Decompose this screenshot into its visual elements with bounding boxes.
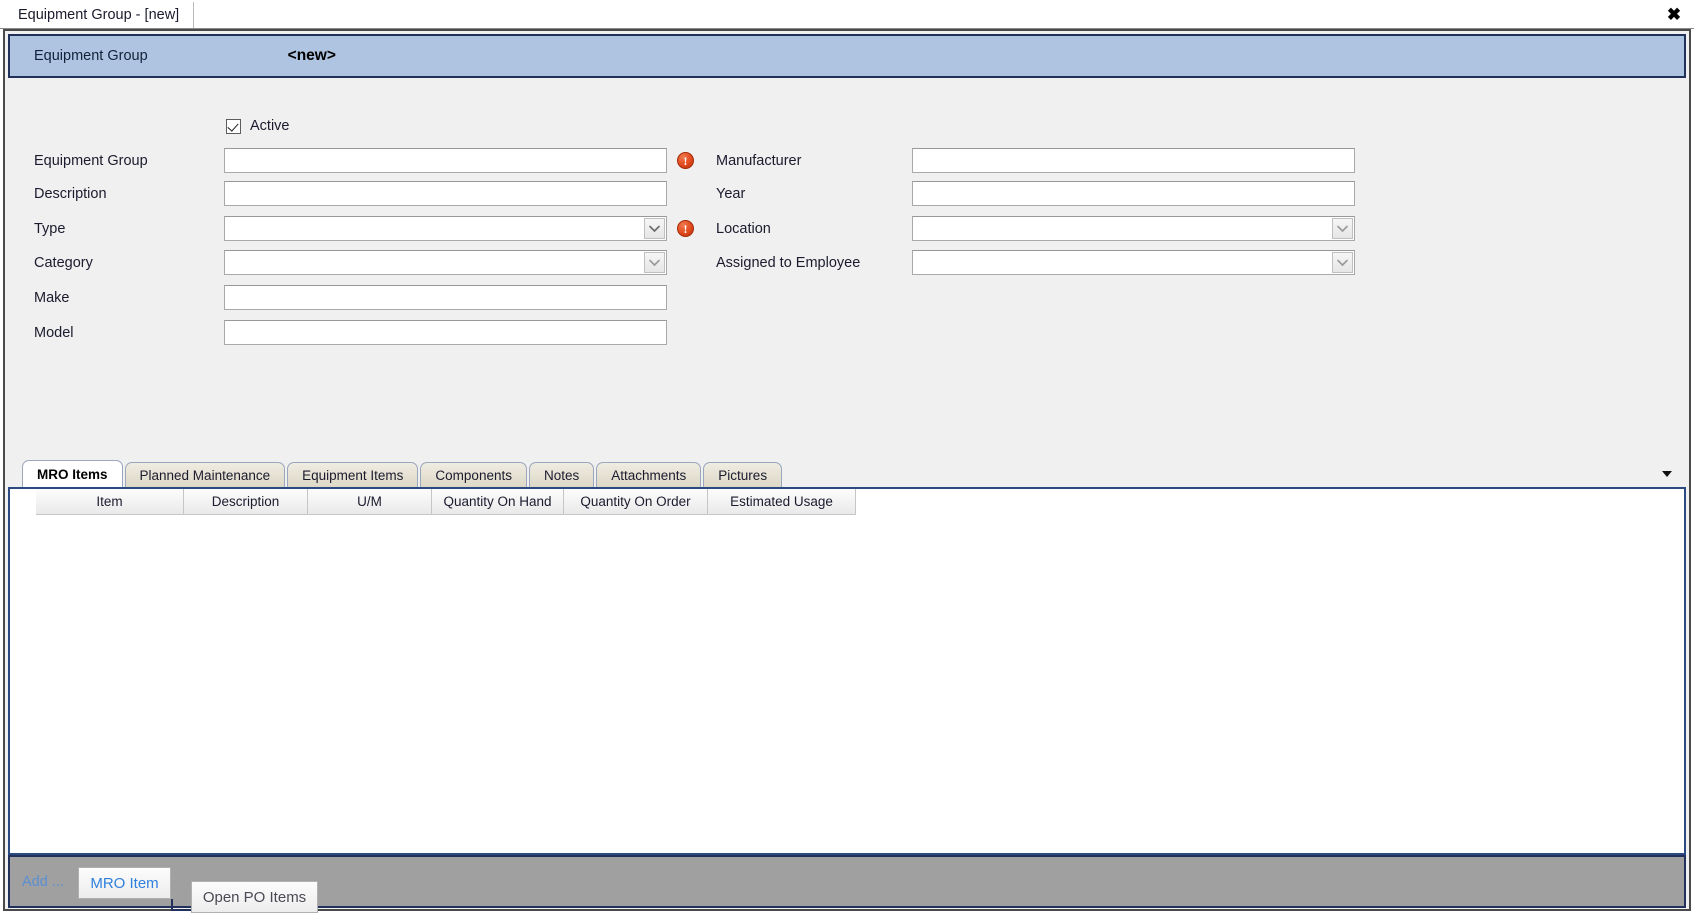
field-row-assigned-to-employee: Assigned to Employee (716, 250, 1556, 275)
document-tab[interactable]: Equipment Group - [new] (6, 2, 195, 28)
grid-column-quantity-on-hand[interactable]: Quantity On Hand (432, 489, 564, 515)
chevron-down-icon-category[interactable] (644, 252, 665, 273)
error-icon-glyph-type: ! (683, 221, 688, 236)
mro-items-grid: Item Description U/M Quantity On Hand Qu… (8, 489, 1686, 855)
chevron-down-icon-location[interactable] (1332, 218, 1353, 239)
chevron-down-icon-type[interactable] (644, 218, 665, 239)
label-make: Make (34, 289, 70, 306)
field-row-manufacturer: Manufacturer (716, 148, 1556, 173)
grid-column-quantity-on-order[interactable]: Quantity On Order (564, 489, 708, 515)
input-description[interactable] (224, 181, 667, 206)
error-icon-type: ! (677, 220, 694, 237)
error-icon-glyph: ! (683, 153, 688, 168)
field-row-type: Type ! (34, 216, 734, 241)
tab-label-attachments: Attachments (611, 467, 687, 483)
tab-components[interactable]: Components (420, 462, 527, 487)
select-assigned-to-employee[interactable] (912, 250, 1355, 275)
grid-column-label-quantity-on-order: Quantity On Order (580, 494, 691, 509)
button-connector-line (171, 899, 193, 911)
field-row-year: Year (716, 181, 1556, 206)
tab-pictures[interactable]: Pictures (703, 462, 783, 487)
tab-label-equipment-items: Equipment Items (302, 467, 404, 483)
grid-column-estimated-usage[interactable]: Estimated Usage (708, 489, 856, 515)
record-header-band: Equipment Group <new> (8, 34, 1686, 78)
label-category: Category (34, 254, 93, 271)
equipment-group-window: Equipment Group - [new] ✖ Equipment Grou… (0, 0, 1694, 914)
label-type: Type (34, 220, 66, 237)
grid-column-label-um: U/M (357, 494, 382, 509)
tab-strip: MRO Items Planned Maintenance Equipment … (8, 458, 1686, 489)
field-row-location: Location (716, 216, 1556, 241)
grid-column-label-estimated-usage: Estimated Usage (730, 494, 833, 509)
field-row-model: Model (34, 320, 734, 345)
grid-column-description[interactable]: Description (184, 489, 308, 515)
record-header-value: <new> (287, 47, 336, 64)
record-header-label: Equipment Group (34, 48, 148, 64)
grid-column-item[interactable]: Item (36, 489, 184, 515)
error-icon-equipment-group: ! (677, 152, 694, 169)
tab-attachments[interactable]: Attachments (596, 462, 702, 487)
field-row-description: Description (34, 181, 734, 206)
active-checkbox[interactable] (226, 118, 241, 134)
label-manufacturer: Manufacturer (716, 152, 802, 169)
tab-label-pictures: Pictures (718, 467, 768, 483)
add-label: Add ... (22, 874, 64, 890)
open-po-items-button[interactable]: Open PO Items (191, 881, 318, 913)
tab-label-notes: Notes (543, 467, 580, 483)
close-icon[interactable]: ✖ (1662, 2, 1686, 26)
tab-label-planned-maintenance: Planned Maintenance (139, 467, 271, 483)
select-type[interactable] (224, 216, 667, 241)
field-row-equipment-group: Equipment Group ! (34, 148, 734, 173)
label-assigned-to-employee: Assigned to Employee (716, 254, 861, 271)
open-po-items-button-label: Open PO Items (202, 888, 307, 906)
titlebar: Equipment Group - [new] ✖ (0, 0, 1694, 29)
active-checkbox-label: Active (250, 118, 290, 134)
close-icon-glyph: ✖ (1666, 4, 1682, 24)
tab-mro-items[interactable]: MRO Items (22, 460, 123, 487)
field-row-category: Category (34, 250, 734, 275)
grid-body[interactable] (10, 515, 1684, 853)
window-frame: Equipment Group <new> Active Equipment G… (3, 29, 1691, 913)
label-equipment-group: Equipment Group (34, 152, 148, 169)
chevron-down-icon-assigned-to-employee[interactable] (1332, 252, 1353, 273)
grid-column-label-quantity-on-hand: Quantity On Hand (443, 494, 552, 509)
action-bar: Add ... MRO Item Open PO Items (8, 855, 1686, 913)
tab-planned-maintenance[interactable]: Planned Maintenance (124, 462, 286, 487)
field-row-make: Make (34, 285, 734, 310)
input-make[interactable] (224, 285, 667, 310)
select-category[interactable] (224, 250, 667, 275)
document-tab-label: Equipment Group - [new] (18, 7, 180, 23)
grid-column-label-item: Item (96, 494, 123, 509)
input-manufacturer[interactable] (912, 148, 1355, 173)
chevron-down-icon-tab-overflow[interactable] (1658, 465, 1676, 483)
label-description: Description (34, 185, 107, 202)
select-location[interactable] (912, 216, 1355, 241)
form-area: Active Equipment Group ! Description Typ… (8, 80, 1686, 458)
grid-column-label-description: Description (211, 494, 280, 509)
label-location: Location (716, 220, 771, 237)
tab-notes[interactable]: Notes (528, 462, 595, 487)
add-mro-item-button[interactable]: MRO Item (78, 867, 171, 899)
label-model: Model (34, 324, 74, 341)
tab-label-components: Components (435, 467, 512, 483)
grid-header-row: Item Description U/M Quantity On Hand Qu… (36, 489, 1684, 515)
input-model[interactable] (224, 320, 667, 345)
label-year: Year (716, 185, 746, 202)
grid-column-um[interactable]: U/M (308, 489, 432, 515)
tab-equipment-items[interactable]: Equipment Items (287, 462, 419, 487)
active-checkbox-row[interactable]: Active (226, 118, 290, 134)
input-equipment-group[interactable] (224, 148, 667, 173)
tab-label-mro-items: MRO Items (37, 466, 108, 482)
add-mro-item-button-label: MRO Item (90, 874, 159, 892)
input-year[interactable] (912, 181, 1355, 206)
